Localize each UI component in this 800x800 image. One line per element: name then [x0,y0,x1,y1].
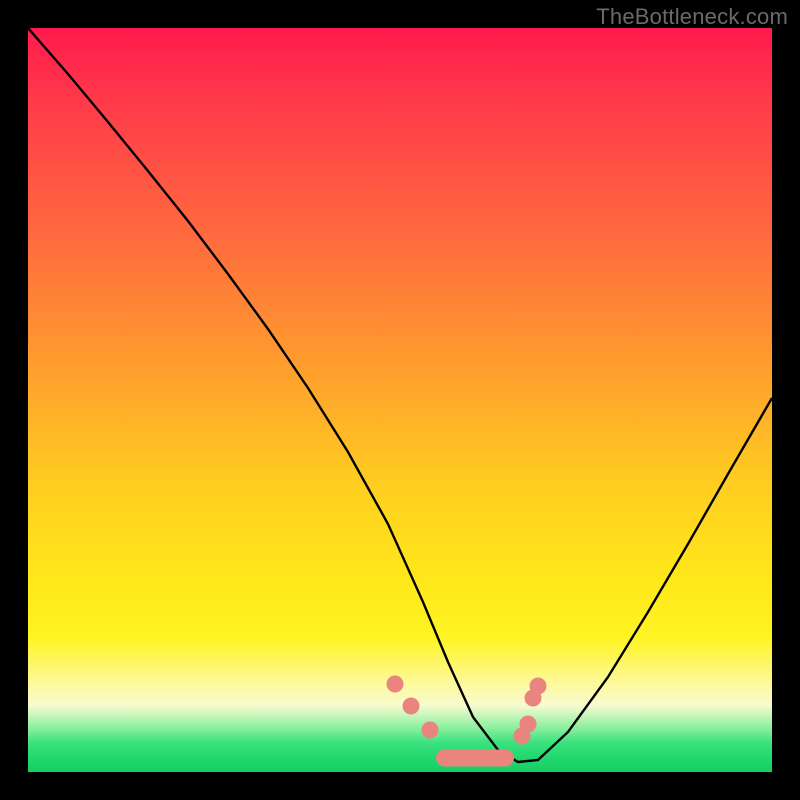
curve-marker-pill [436,750,514,767]
curve-marker-dot [520,716,537,733]
curve-markers [387,676,547,767]
watermark-text: TheBottleneck.com [596,4,788,30]
curve-marker-dot [530,678,547,695]
curve-marker-dot [387,676,404,693]
curve-line [28,28,772,762]
curve-marker-dot [422,722,439,739]
plot-area [28,28,772,772]
chart-frame: TheBottleneck.com [0,0,800,800]
bottleneck-curve [28,28,772,772]
curve-marker-dot [403,698,420,715]
